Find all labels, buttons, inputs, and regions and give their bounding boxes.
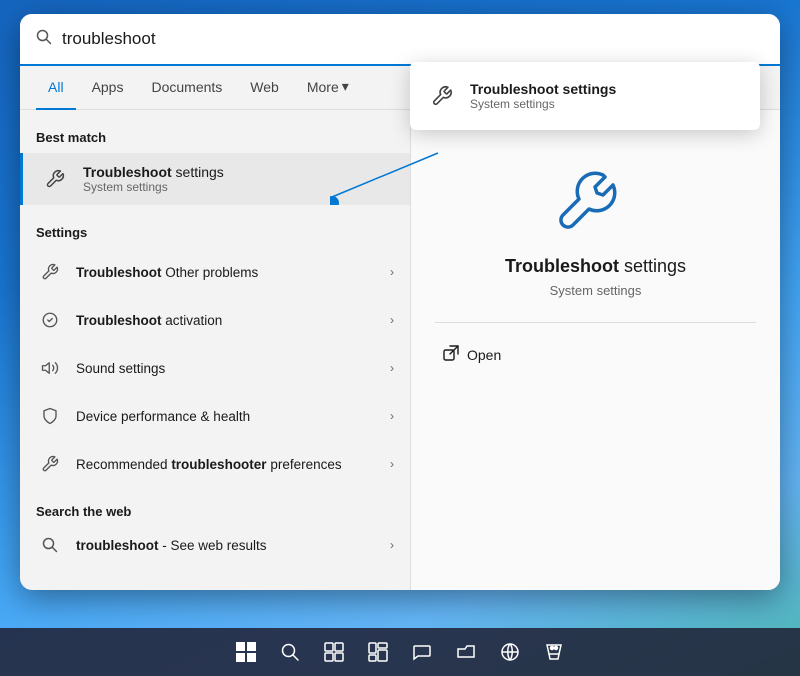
- taskbar-chat-icon[interactable]: [404, 634, 440, 670]
- open-button[interactable]: Open: [435, 339, 509, 370]
- right-panel-subtitle: System settings: [550, 283, 642, 298]
- taskbar-store-icon[interactable]: [536, 634, 572, 670]
- web-search-label: Search the web: [20, 500, 410, 527]
- settings-item-label-3: Sound settings: [76, 361, 390, 376]
- settings-section-label: Settings: [20, 221, 410, 248]
- circle-check-icon: [36, 306, 64, 334]
- settings-item-recommended[interactable]: Recommended troubleshooter preferences ›: [20, 440, 410, 488]
- open-external-icon: [443, 345, 459, 364]
- web-search-icon: [36, 537, 64, 553]
- best-match-icon: [39, 163, 71, 195]
- settings-item-label-5: Recommended troubleshooter preferences: [76, 457, 390, 472]
- autocomplete-icon: [426, 80, 458, 112]
- taskbar-browser-icon[interactable]: [492, 634, 528, 670]
- best-match-label: Best match: [20, 126, 410, 153]
- content-area: Best match Troubleshoot settings System …: [20, 110, 780, 590]
- open-label: Open: [467, 347, 501, 363]
- chevron-icon-4: ›: [390, 409, 394, 423]
- chevron-icon-2: ›: [390, 313, 394, 327]
- sound-icon: [36, 354, 64, 382]
- taskbar-widgets-icon[interactable]: [360, 634, 396, 670]
- tab-apps[interactable]: Apps: [80, 66, 136, 110]
- tab-documents[interactable]: Documents: [139, 66, 234, 110]
- search-query-text[interactable]: troubleshoot: [62, 29, 764, 49]
- right-panel-divider: [435, 322, 756, 323]
- taskbar-explorer-icon[interactable]: [448, 634, 484, 670]
- best-match-subtitle: System settings: [83, 180, 224, 194]
- wrench-icon-1: [36, 258, 64, 286]
- search-icon: [36, 29, 52, 50]
- web-search-query: troubleshoot - See web results: [76, 538, 390, 553]
- settings-item-label-4: Device performance & health: [76, 409, 390, 424]
- best-match-title: Troubleshoot settings: [83, 164, 224, 180]
- autocomplete-subtitle: System settings: [470, 97, 616, 111]
- right-panel-title: Troubleshoot settings: [505, 256, 686, 277]
- web-search-item[interactable]: troubleshoot - See web results ›: [20, 527, 410, 563]
- right-panel: Troubleshoot settings System settings Op…: [410, 110, 780, 590]
- chevron-icon-5: ›: [390, 457, 394, 471]
- shield-icon: [36, 402, 64, 430]
- chevron-icon-1: ›: [390, 265, 394, 279]
- settings-item-other-problems[interactable]: Troubleshoot Other problems ›: [20, 248, 410, 296]
- chevron-icon-3: ›: [390, 361, 394, 375]
- best-match-text: Troubleshoot settings System settings: [83, 164, 224, 194]
- tab-web[interactable]: Web: [238, 66, 291, 110]
- autocomplete-text: Troubleshoot settings System settings: [470, 81, 616, 111]
- right-panel-icon: [551, 150, 641, 240]
- search-bar: troubleshoot: [20, 14, 780, 66]
- best-match-item[interactable]: Troubleshoot settings System settings: [20, 153, 410, 205]
- taskbar: [0, 628, 800, 676]
- taskbar-taskview-icon[interactable]: [316, 634, 352, 670]
- wrench-icon-2: [36, 450, 64, 478]
- tab-more[interactable]: More ▾: [295, 66, 361, 110]
- autocomplete-popup: Troubleshoot settings System settings: [410, 62, 760, 130]
- settings-item-device-health[interactable]: Device performance & health ›: [20, 392, 410, 440]
- web-chevron-icon: ›: [390, 538, 394, 552]
- taskbar-windows-icon[interactable]: [228, 634, 264, 670]
- autocomplete-title: Troubleshoot settings: [470, 81, 616, 97]
- autocomplete-item[interactable]: Troubleshoot settings System settings: [410, 70, 760, 122]
- settings-item-label-1: Troubleshoot Other problems: [76, 265, 390, 280]
- tab-all[interactable]: All: [36, 66, 76, 110]
- settings-item-activation[interactable]: Troubleshoot activation ›: [20, 296, 410, 344]
- settings-item-sound[interactable]: Sound settings ›: [20, 344, 410, 392]
- taskbar-search-icon[interactable]: [272, 634, 308, 670]
- left-panel: Best match Troubleshoot settings System …: [20, 110, 410, 590]
- settings-item-label-2: Troubleshoot activation: [76, 313, 390, 328]
